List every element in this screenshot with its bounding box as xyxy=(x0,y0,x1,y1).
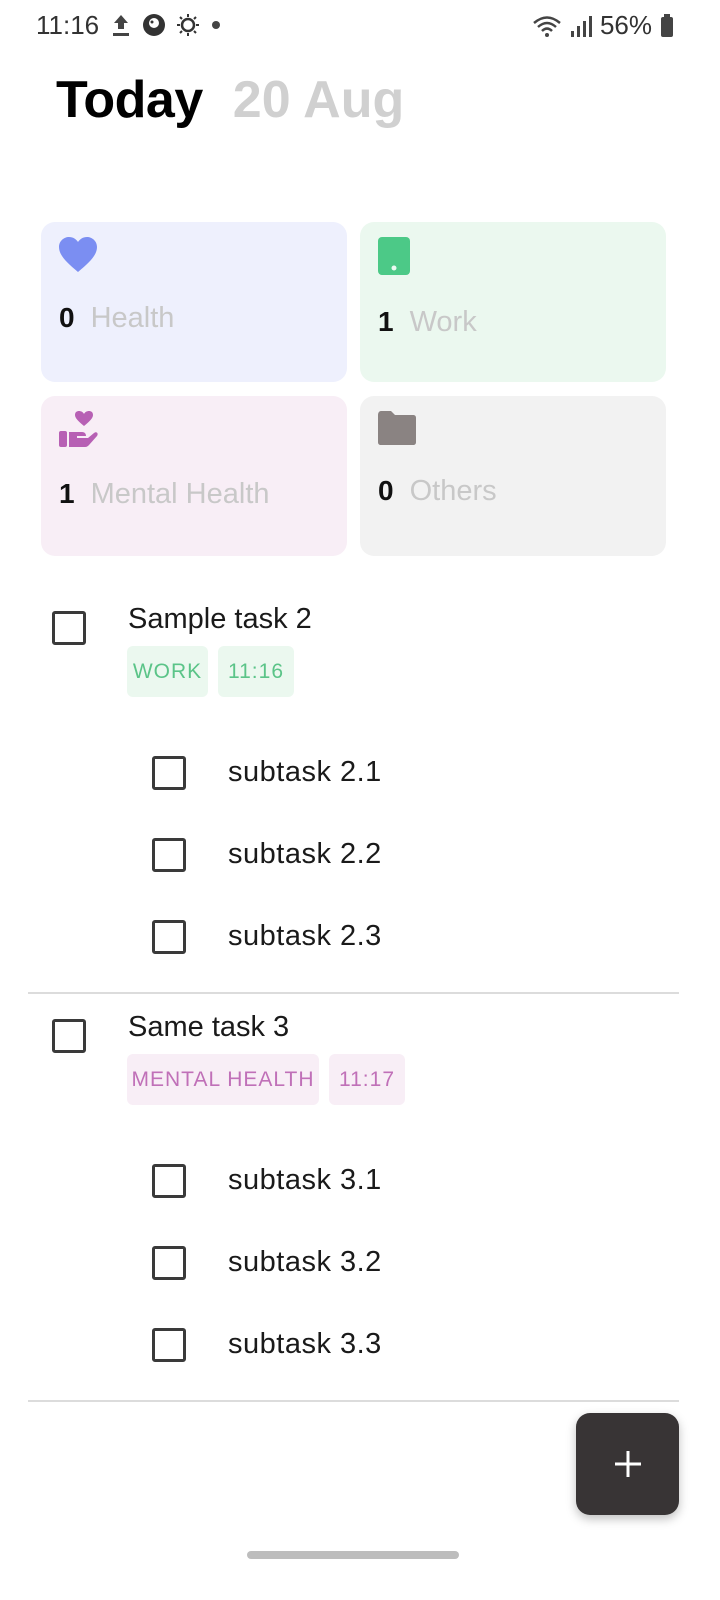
subtask-label[interactable]: subtask 2.2 xyxy=(228,838,382,871)
subtask-label[interactable]: subtask 3.1 xyxy=(228,1164,382,1197)
plus-icon xyxy=(614,1451,641,1477)
brightness-icon xyxy=(177,14,199,36)
battery-percent: 56% xyxy=(599,10,652,40)
task-time-tag: 11:17 xyxy=(329,1054,405,1105)
subtask-label[interactable]: subtask 2.1 xyxy=(228,756,382,789)
status-bar: 11:16 56% xyxy=(0,0,720,52)
subtask-label[interactable]: subtask 3.2 xyxy=(228,1246,382,1279)
upload-icon xyxy=(113,15,129,36)
category-card-work[interactable]: 1 Work xyxy=(360,222,666,382)
subtask-checkbox[interactable] xyxy=(152,1164,186,1198)
subtask-label[interactable]: subtask 3.3 xyxy=(228,1328,382,1361)
category-label: Work xyxy=(409,306,477,338)
category-label: Health xyxy=(90,302,175,334)
wifi-icon xyxy=(533,15,561,37)
home-indicator[interactable] xyxy=(247,1551,459,1559)
subtask-checkbox[interactable] xyxy=(152,1246,186,1280)
task-category-tag: MENTAL HEALTH xyxy=(127,1054,319,1105)
task-title[interactable]: Sample task 2 xyxy=(128,603,312,636)
category-label: Others xyxy=(409,475,497,507)
task-checkbox[interactable] xyxy=(52,611,86,645)
battery-icon xyxy=(661,13,673,37)
subtask-checkbox[interactable] xyxy=(152,1328,186,1362)
task-category-tag: WORK xyxy=(127,646,208,697)
subtask-checkbox[interactable] xyxy=(152,920,186,954)
category-count: 0 xyxy=(59,302,75,333)
dot-icon xyxy=(212,21,220,29)
page-date: 20 Aug xyxy=(232,71,405,129)
category-card-others[interactable]: 0 Others xyxy=(360,396,666,556)
task-divider xyxy=(28,992,679,994)
phone-icon xyxy=(378,237,410,275)
subtask-checkbox[interactable] xyxy=(152,838,186,872)
page-title: Today xyxy=(56,71,203,129)
folder-icon xyxy=(378,411,416,445)
add-task-button[interactable] xyxy=(576,1413,679,1515)
subtask-checkbox[interactable] xyxy=(152,756,186,790)
task-divider xyxy=(28,1400,679,1402)
subtask-label[interactable]: subtask 2.3 xyxy=(228,920,382,953)
category-count: 1 xyxy=(59,478,75,509)
category-label: Mental Health xyxy=(90,478,270,510)
task-title[interactable]: Same task 3 xyxy=(128,1011,289,1044)
heart-icon xyxy=(59,237,97,272)
category-count: 0 xyxy=(378,475,394,506)
signal-icon xyxy=(570,15,592,37)
task-checkbox[interactable] xyxy=(52,1019,86,1053)
task-time-tag: 11:16 xyxy=(218,646,294,697)
app-icon xyxy=(143,14,165,36)
category-count: 1 xyxy=(378,306,394,337)
hand-heart-icon xyxy=(59,411,98,447)
category-card-mental-health[interactable]: 1 Mental Health xyxy=(41,396,347,556)
category-card-health[interactable]: 0 Health xyxy=(41,222,347,382)
page-header: Today 20 Aug xyxy=(56,70,404,130)
status-time: 11:16 xyxy=(36,10,100,40)
